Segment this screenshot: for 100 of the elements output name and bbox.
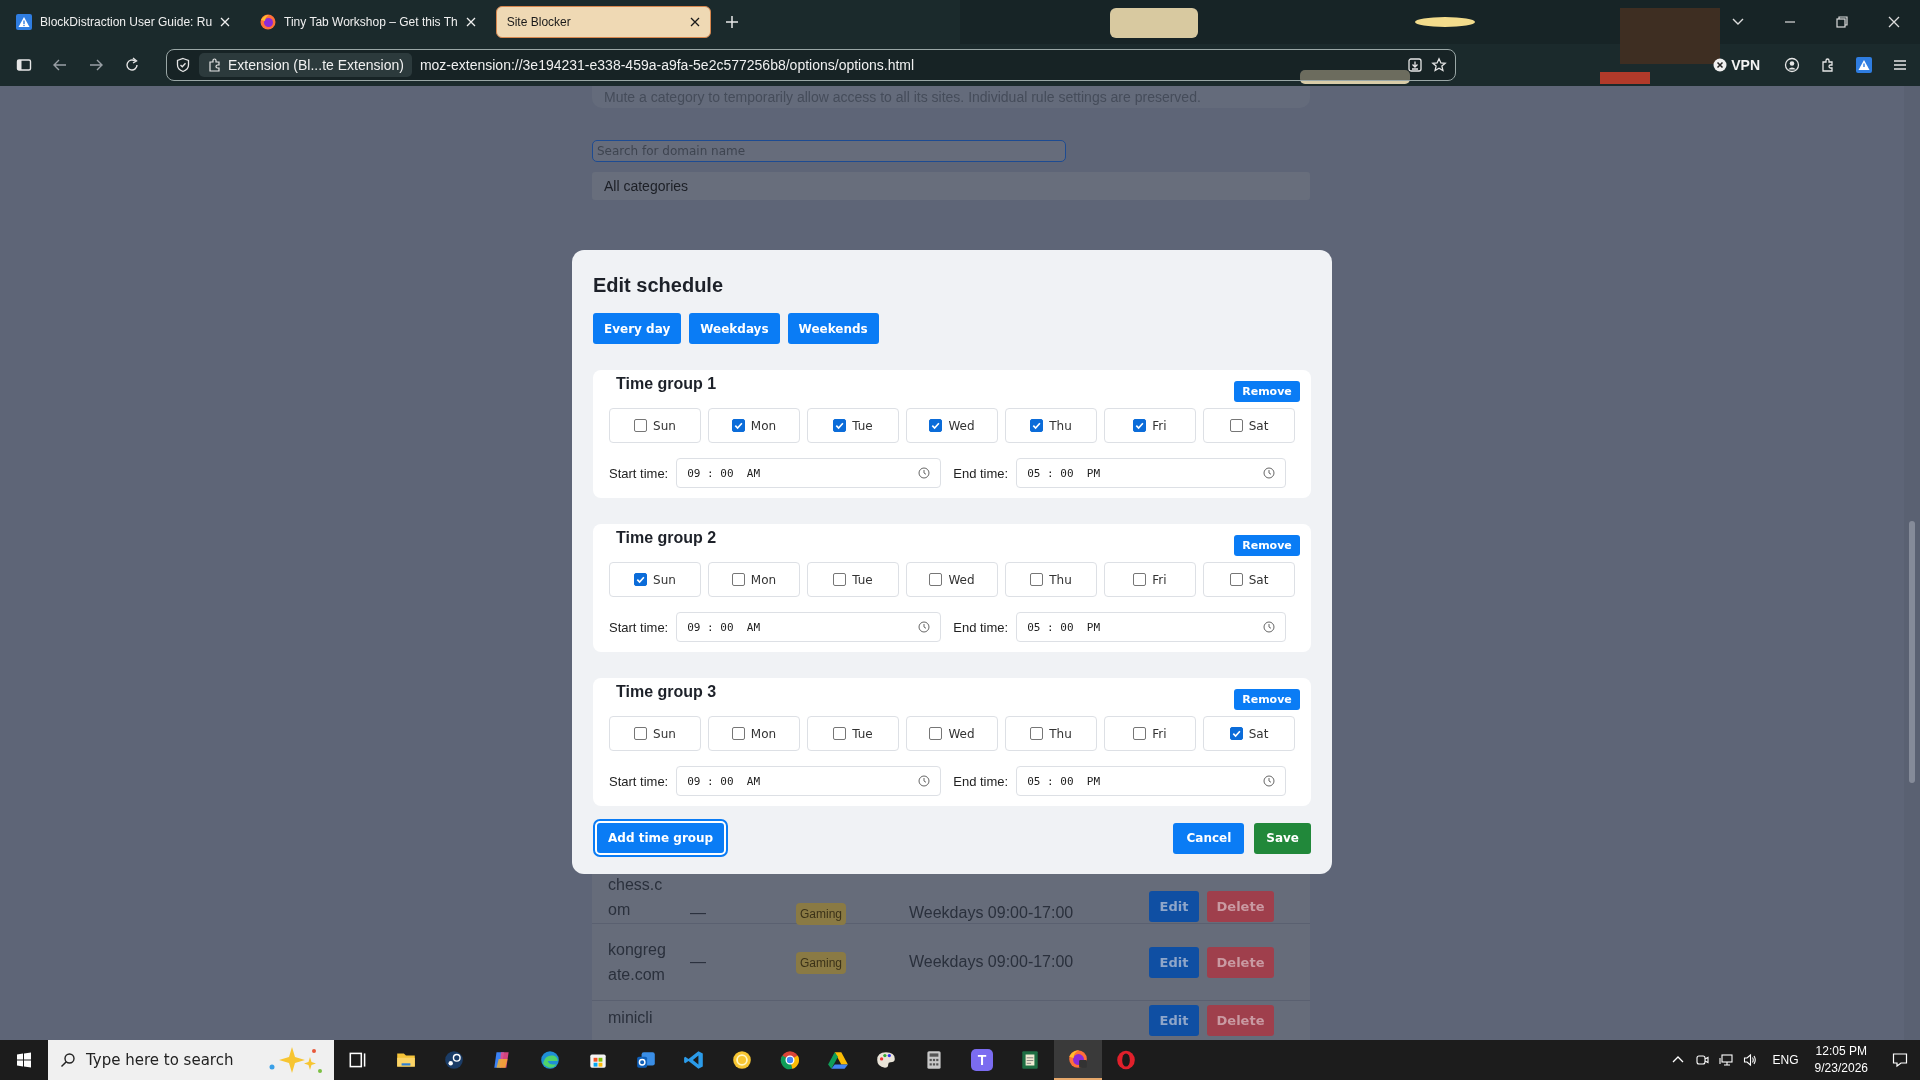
browser-tab[interactable]: BlockDistraction User Guide: Ru xyxy=(6,6,241,38)
speaker-icon[interactable] xyxy=(1742,1053,1757,1067)
account-icon[interactable] xyxy=(1784,57,1800,73)
day-option[interactable]: Mon xyxy=(708,562,800,597)
palette-icon[interactable] xyxy=(875,1049,897,1071)
checkbox[interactable] xyxy=(731,573,745,586)
day-option[interactable]: Wed xyxy=(906,562,998,597)
checkbox[interactable] xyxy=(1133,573,1147,586)
plus-icon[interactable] xyxy=(724,15,739,29)
checkbox[interactable] xyxy=(1229,573,1243,586)
language-indicator[interactable]: ENG xyxy=(1772,1053,1799,1067)
checkbox[interactable] xyxy=(929,419,943,432)
checkbox[interactable] xyxy=(1030,573,1044,586)
mail-icon[interactable] xyxy=(635,1049,657,1071)
sidebar-icon[interactable] xyxy=(16,57,32,73)
day-option[interactable]: Sun xyxy=(609,408,701,443)
warning-icon[interactable] xyxy=(1856,57,1872,73)
forward-arrow-icon[interactable] xyxy=(88,57,104,73)
search-icon xyxy=(60,1052,76,1068)
taskbar-clock[interactable]: 12:05 PM 9/23/2026 xyxy=(1814,1043,1868,1077)
day-option[interactable]: Thu xyxy=(1005,562,1097,597)
checkbox[interactable] xyxy=(929,573,943,586)
cancel-button[interactable]: Cancel xyxy=(1173,822,1245,854)
day-option[interactable]: Wed xyxy=(906,408,998,443)
day-option[interactable]: Sat xyxy=(1203,562,1295,597)
network-icon[interactable] xyxy=(1718,1053,1733,1067)
day-option[interactable]: Mon xyxy=(708,716,800,751)
code-editor-icon[interactable] xyxy=(683,1049,705,1071)
time-field[interactable]: 09 : 00 AM xyxy=(676,766,942,796)
checkbox[interactable] xyxy=(833,727,847,740)
day-option[interactable]: Thu xyxy=(1005,716,1097,751)
opera-icon[interactable] xyxy=(1115,1049,1137,1071)
windows-start-icon[interactable] xyxy=(16,1052,32,1068)
download-icon[interactable] xyxy=(1407,57,1423,73)
app-tile[interactable]: T xyxy=(971,1049,993,1071)
checkbox[interactable] xyxy=(1030,727,1044,740)
day-option[interactable]: Fri xyxy=(1104,562,1196,597)
steam-icon[interactable] xyxy=(443,1049,465,1071)
triangle-icon[interactable] xyxy=(827,1049,849,1071)
day-option[interactable]: Tue xyxy=(807,408,899,443)
day-option[interactable]: Sat xyxy=(1203,408,1295,443)
scrollbar-thumb[interactable] xyxy=(1909,521,1915,783)
puzzle-icon[interactable] xyxy=(1820,57,1836,73)
checkbox[interactable] xyxy=(731,727,745,740)
vpn-button[interactable]: VPN xyxy=(1712,57,1760,73)
time-field[interactable]: 09 : 00 AM xyxy=(676,458,942,488)
day-option[interactable]: Tue xyxy=(807,562,899,597)
day-option[interactable]: Sun xyxy=(609,716,701,751)
save-button[interactable]: Save xyxy=(1254,822,1311,854)
back-arrow-icon[interactable] xyxy=(52,57,68,73)
identity-chip[interactable]: Extension (Bl...te Extension) xyxy=(199,53,412,77)
chrome-icon[interactable] xyxy=(779,1049,801,1071)
preset-button[interactable]: Weekends xyxy=(787,313,879,344)
scrollbar[interactable] xyxy=(1904,86,1920,1040)
checkbox[interactable] xyxy=(634,419,648,432)
checkbox[interactable] xyxy=(833,419,847,432)
notepad-icon[interactable] xyxy=(1019,1049,1041,1071)
time-field[interactable]: 05 : 00 PM xyxy=(1016,458,1287,488)
camera-icon[interactable] xyxy=(1694,1053,1709,1067)
time-field[interactable]: 05 : 00 PM xyxy=(1016,766,1287,796)
checkbox[interactable] xyxy=(1030,419,1044,432)
checkbox[interactable] xyxy=(731,419,745,432)
remove-button[interactable]: Remove xyxy=(1234,380,1300,402)
add-time-group-button[interactable]: Add time group xyxy=(595,821,727,855)
checkbox[interactable] xyxy=(929,727,943,740)
checkbox[interactable] xyxy=(634,727,648,740)
remove-button[interactable]: Remove xyxy=(1234,688,1300,710)
time-field[interactable]: 05 : 00 PM xyxy=(1016,612,1287,642)
taskbar-search-field[interactable]: Type here to search xyxy=(48,1040,334,1080)
close-icon[interactable] xyxy=(689,17,700,27)
restore-icon[interactable] xyxy=(1835,15,1849,29)
checkbox[interactable] xyxy=(1229,727,1243,740)
day-option[interactable]: Sat xyxy=(1203,716,1295,751)
browser-tab[interactable]: Tiny Tab Workshop – Get this Th xyxy=(250,6,486,38)
menu-icon[interactable] xyxy=(1892,57,1908,73)
address-bar[interactable]: Extension (Bl...te Extension) moz-extension://3e194231-e338-459a-a9fa-5e2c577256b8/options/options.html xyxy=(166,49,1456,81)
day-option[interactable]: Thu xyxy=(1005,408,1097,443)
browser-tab[interactable]: Site Blocker xyxy=(495,6,711,38)
notification-icon[interactable] xyxy=(1892,1052,1908,1068)
ring-icon[interactable] xyxy=(731,1049,753,1071)
day-option[interactable]: Wed xyxy=(906,716,998,751)
checkbox[interactable] xyxy=(1133,419,1147,432)
day-option[interactable]: Mon xyxy=(708,408,800,443)
day-option[interactable]: Tue xyxy=(807,716,899,751)
checkbox[interactable] xyxy=(1133,727,1147,740)
day-option[interactable]: Sun xyxy=(609,562,701,597)
checkbox[interactable] xyxy=(634,573,648,586)
day-option[interactable]: Fri xyxy=(1104,408,1196,443)
edge-icon[interactable] xyxy=(539,1049,561,1071)
category-tag: Gaming xyxy=(796,903,847,925)
remove-button[interactable]: Remove xyxy=(1234,534,1300,556)
time-field[interactable]: 09 : 00 AM xyxy=(676,612,942,642)
preset-button[interactable]: Every day xyxy=(593,313,682,344)
checkbox[interactable] xyxy=(833,573,847,586)
preset-button[interactable]: Weekdays xyxy=(689,313,780,344)
checkbox[interactable] xyxy=(1229,419,1243,432)
day-option[interactable]: Fri xyxy=(1104,716,1196,751)
fox-globe-icon[interactable] xyxy=(1067,1048,1089,1070)
star-icon[interactable] xyxy=(1431,57,1447,73)
reload-icon[interactable] xyxy=(124,57,140,73)
